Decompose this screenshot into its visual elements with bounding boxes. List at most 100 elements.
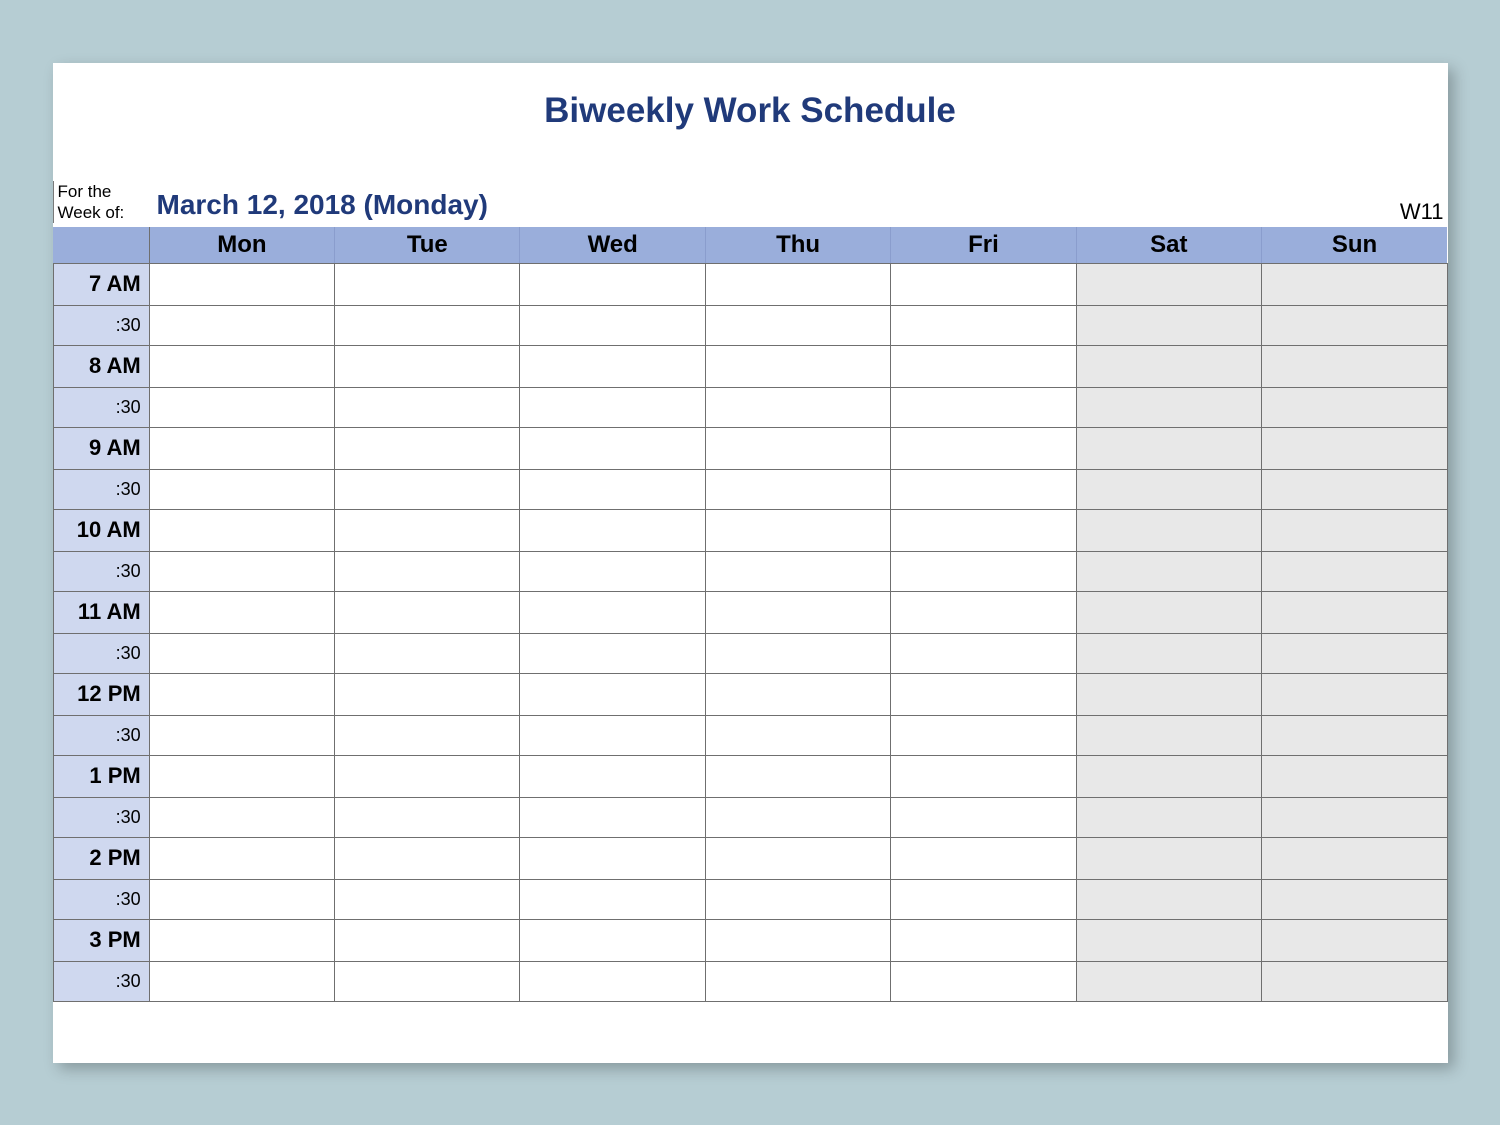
schedule-cell[interactable] xyxy=(705,387,890,427)
schedule-cell[interactable] xyxy=(335,551,520,591)
schedule-cell[interactable] xyxy=(149,673,334,715)
schedule-cell[interactable] xyxy=(1076,633,1261,673)
schedule-cell[interactable] xyxy=(891,755,1076,797)
schedule-cell[interactable] xyxy=(1076,551,1261,591)
schedule-cell[interactable] xyxy=(891,837,1076,879)
schedule-cell[interactable] xyxy=(891,919,1076,961)
schedule-cell[interactable] xyxy=(705,673,890,715)
schedule-cell[interactable] xyxy=(1076,387,1261,427)
schedule-cell[interactable] xyxy=(1076,591,1261,633)
schedule-cell[interactable] xyxy=(705,715,890,755)
schedule-cell[interactable] xyxy=(891,469,1076,509)
schedule-cell[interactable] xyxy=(520,755,705,797)
schedule-cell[interactable] xyxy=(149,837,334,879)
schedule-cell[interactable] xyxy=(1262,879,1447,919)
schedule-cell[interactable] xyxy=(1262,345,1447,387)
schedule-cell[interactable] xyxy=(335,427,520,469)
schedule-cell[interactable] xyxy=(891,591,1076,633)
schedule-cell[interactable] xyxy=(705,633,890,673)
schedule-cell[interactable] xyxy=(149,797,334,837)
schedule-cell[interactable] xyxy=(705,961,890,1001)
schedule-cell[interactable] xyxy=(705,305,890,345)
schedule-cell[interactable] xyxy=(1262,305,1447,345)
schedule-cell[interactable] xyxy=(335,345,520,387)
schedule-cell[interactable] xyxy=(1076,797,1261,837)
schedule-cell[interactable] xyxy=(705,797,890,837)
schedule-cell[interactable] xyxy=(891,263,1076,305)
schedule-cell[interactable] xyxy=(520,591,705,633)
schedule-cell[interactable] xyxy=(520,961,705,1001)
schedule-cell[interactable] xyxy=(149,345,334,387)
schedule-cell[interactable] xyxy=(891,387,1076,427)
schedule-cell[interactable] xyxy=(335,797,520,837)
schedule-cell[interactable] xyxy=(1076,715,1261,755)
schedule-cell[interactable] xyxy=(149,305,334,345)
schedule-cell[interactable] xyxy=(149,961,334,1001)
schedule-cell[interactable] xyxy=(1262,961,1447,1001)
schedule-cell[interactable] xyxy=(705,469,890,509)
schedule-cell[interactable] xyxy=(520,673,705,715)
schedule-cell[interactable] xyxy=(1076,919,1261,961)
schedule-cell[interactable] xyxy=(1076,345,1261,387)
schedule-cell[interactable] xyxy=(705,263,890,305)
schedule-cell[interactable] xyxy=(705,879,890,919)
schedule-cell[interactable] xyxy=(705,755,890,797)
schedule-cell[interactable] xyxy=(1076,469,1261,509)
schedule-cell[interactable] xyxy=(520,345,705,387)
schedule-cell[interactable] xyxy=(1262,427,1447,469)
schedule-cell[interactable] xyxy=(891,961,1076,1001)
schedule-cell[interactable] xyxy=(520,837,705,879)
schedule-cell[interactable] xyxy=(891,305,1076,345)
schedule-cell[interactable] xyxy=(520,469,705,509)
schedule-cell[interactable] xyxy=(1076,305,1261,345)
schedule-cell[interactable] xyxy=(705,345,890,387)
schedule-cell[interactable] xyxy=(520,551,705,591)
schedule-cell[interactable] xyxy=(520,797,705,837)
schedule-cell[interactable] xyxy=(149,715,334,755)
schedule-cell[interactable] xyxy=(520,715,705,755)
schedule-cell[interactable] xyxy=(705,919,890,961)
schedule-cell[interactable] xyxy=(1262,469,1447,509)
schedule-cell[interactable] xyxy=(705,837,890,879)
schedule-cell[interactable] xyxy=(1262,837,1447,879)
schedule-cell[interactable] xyxy=(335,305,520,345)
schedule-cell[interactable] xyxy=(335,673,520,715)
schedule-cell[interactable] xyxy=(520,633,705,673)
schedule-cell[interactable] xyxy=(705,509,890,551)
schedule-cell[interactable] xyxy=(1076,263,1261,305)
schedule-cell[interactable] xyxy=(149,755,334,797)
schedule-cell[interactable] xyxy=(891,797,1076,837)
schedule-cell[interactable] xyxy=(1262,673,1447,715)
schedule-cell[interactable] xyxy=(520,263,705,305)
schedule-cell[interactable] xyxy=(149,427,334,469)
schedule-cell[interactable] xyxy=(891,633,1076,673)
schedule-cell[interactable] xyxy=(335,919,520,961)
schedule-cell[interactable] xyxy=(1262,263,1447,305)
schedule-cell[interactable] xyxy=(520,427,705,469)
schedule-cell[interactable] xyxy=(149,633,334,673)
schedule-cell[interactable] xyxy=(705,591,890,633)
schedule-cell[interactable] xyxy=(335,961,520,1001)
schedule-cell[interactable] xyxy=(149,509,334,551)
schedule-cell[interactable] xyxy=(1262,591,1447,633)
schedule-cell[interactable] xyxy=(335,715,520,755)
schedule-cell[interactable] xyxy=(1262,509,1447,551)
schedule-cell[interactable] xyxy=(520,387,705,427)
schedule-cell[interactable] xyxy=(335,837,520,879)
schedule-cell[interactable] xyxy=(891,715,1076,755)
schedule-cell[interactable] xyxy=(891,879,1076,919)
schedule-cell[interactable] xyxy=(1076,837,1261,879)
schedule-cell[interactable] xyxy=(1262,633,1447,673)
schedule-cell[interactable] xyxy=(1262,919,1447,961)
schedule-cell[interactable] xyxy=(520,919,705,961)
schedule-cell[interactable] xyxy=(335,469,520,509)
schedule-cell[interactable] xyxy=(1262,387,1447,427)
schedule-cell[interactable] xyxy=(1076,879,1261,919)
schedule-cell[interactable] xyxy=(149,591,334,633)
schedule-cell[interactable] xyxy=(1262,797,1447,837)
schedule-cell[interactable] xyxy=(1076,755,1261,797)
schedule-cell[interactable] xyxy=(1076,509,1261,551)
schedule-cell[interactable] xyxy=(520,305,705,345)
week-date-value[interactable]: March 12, 2018 (Monday) xyxy=(149,189,488,223)
schedule-cell[interactable] xyxy=(1262,755,1447,797)
